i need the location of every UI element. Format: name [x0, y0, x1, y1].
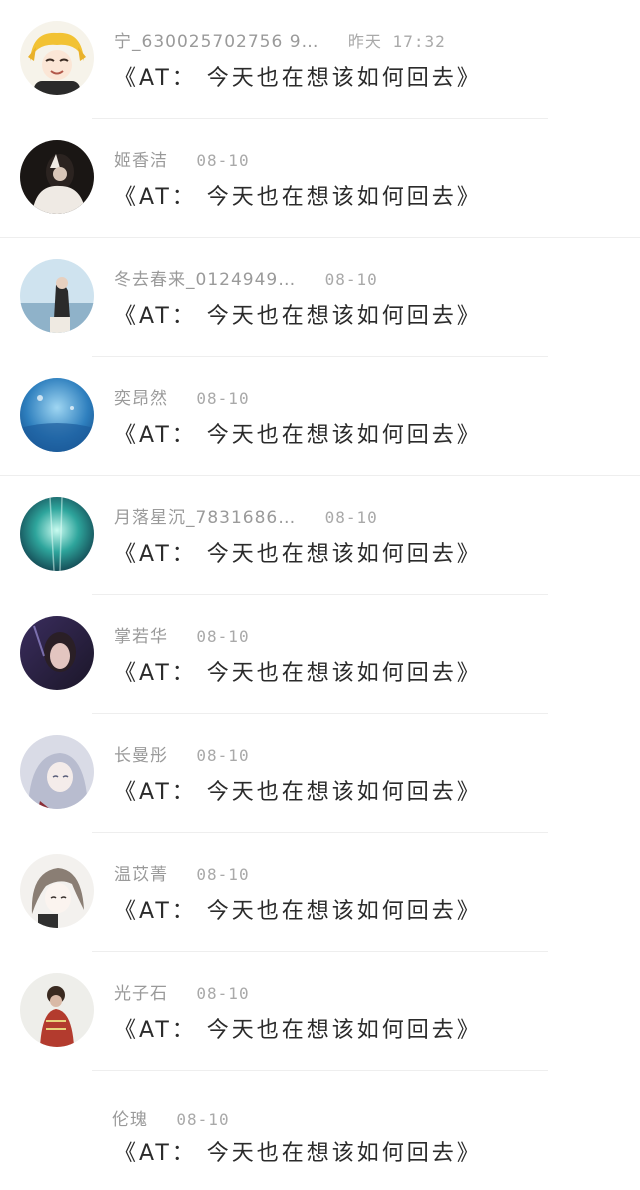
avatar[interactable]: [20, 497, 94, 571]
message-text: 《AT： 今天也在想该如何回去》: [114, 542, 482, 567]
sender-name: 光子石: [114, 984, 168, 1004]
sender-name: 伦瑰: [112, 1110, 148, 1130]
message-row[interactable]: 掌若华 08-10 《AT： 今天也在想该如何回去》: [0, 595, 640, 714]
message-text: 《AT： 今天也在想该如何回去》: [114, 1141, 482, 1166]
message-row[interactable]: 姬香洁 08-10 《AT： 今天也在想该如何回去》: [0, 119, 640, 238]
message-row[interactable]: 宁_630025702756 9… 昨天 17:32 《AT： 今天也在想该如何…: [0, 0, 640, 119]
avatar[interactable]: [20, 140, 94, 214]
avatar[interactable]: [20, 973, 94, 1047]
sender-name: 掌若华: [114, 627, 168, 647]
avatar[interactable]: [20, 735, 94, 809]
message-text: 《AT： 今天也在想该如何回去》: [114, 66, 482, 91]
message-time: 昨天 17:32: [347, 32, 446, 51]
message-time: 08-10: [196, 984, 250, 1003]
sender-name: 温苡菁: [114, 865, 168, 885]
message-row[interactable]: 光子石 08-10 《AT： 今天也在想该如何回去》: [0, 952, 640, 1071]
message-text: 《AT： 今天也在想该如何回去》: [114, 1018, 482, 1043]
message-time: 08-10: [176, 1110, 230, 1129]
sender-name: 宁_630025702756 9…: [114, 32, 320, 52]
sender-name: 月落星沉_7831686…: [114, 508, 297, 528]
message-row[interactable]: 冬去春来_0124949… 08-10 《AT： 今天也在想该如何回去》: [0, 238, 640, 357]
sender-name: 冬去春来_0124949…: [114, 270, 297, 290]
message-text: 《AT： 今天也在想该如何回去》: [114, 304, 482, 329]
message-time: 08-10: [196, 746, 250, 765]
avatar[interactable]: [20, 259, 94, 333]
message-time: 08-10: [196, 151, 250, 170]
message-time: 08-10: [196, 389, 250, 408]
message-text: 《AT： 今天也在想该如何回去》: [114, 661, 482, 686]
message-list: 宁_630025702756 9… 昨天 17:32 《AT： 今天也在想该如何…: [0, 0, 640, 1174]
message-text: 《AT： 今天也在想该如何回去》: [114, 899, 482, 924]
message-time: 08-10: [324, 270, 378, 289]
message-row[interactable]: 伦瑰 08-10 《AT： 今天也在想该如何回去》: [0, 1071, 640, 1190]
message-row[interactable]: 奕昂然 08-10 《AT： 今天也在想该如何回去》: [0, 357, 640, 476]
message-row[interactable]: 月落星沉_7831686… 08-10 《AT： 今天也在想该如何回去》: [0, 476, 640, 595]
avatar[interactable]: [20, 616, 94, 690]
message-time: 08-10: [196, 865, 250, 884]
message-time: 08-10: [196, 627, 250, 646]
sender-name: 奕昂然: [114, 389, 168, 409]
message-text: 《AT： 今天也在想该如何回去》: [114, 780, 482, 805]
message-row[interactable]: 温苡菁 08-10 《AT： 今天也在想该如何回去》: [0, 833, 640, 952]
message-row[interactable]: 长曼彤 08-10 《AT： 今天也在想该如何回去》: [0, 714, 640, 833]
message-time: 08-10: [324, 508, 378, 527]
message-text: 《AT： 今天也在想该如何回去》: [114, 423, 482, 448]
message-text: 《AT： 今天也在想该如何回去》: [114, 185, 482, 210]
avatar[interactable]: [20, 21, 94, 95]
sender-name: 长曼彤: [114, 746, 168, 766]
sender-name: 姬香洁: [114, 151, 168, 171]
avatar[interactable]: [20, 854, 94, 928]
avatar[interactable]: [20, 378, 94, 452]
